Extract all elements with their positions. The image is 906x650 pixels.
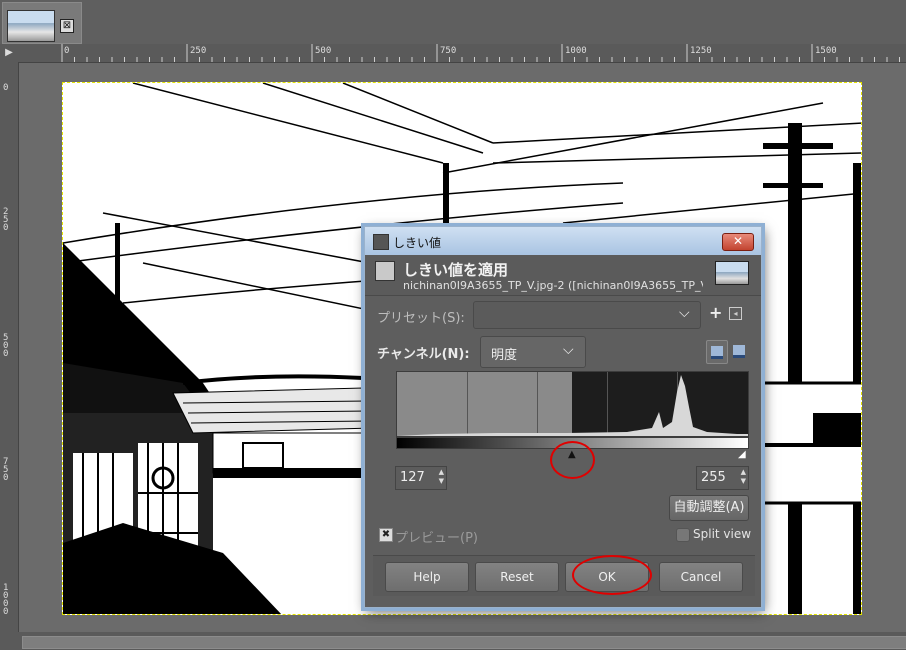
ruler-ticks [61,44,900,62]
close-icon[interactable]: ✕ [722,233,754,251]
help-button[interactable]: Help [385,562,469,592]
threshold-icon [375,261,395,281]
spin-arrows-icon[interactable]: ▲ ▼ [439,468,444,486]
channel-select[interactable]: 明度 ⌵ [480,336,586,368]
high-threshold-handle[interactable]: ◢ [738,449,746,460]
dialog-button-row: Help Reset OK Cancel [373,555,755,596]
ruler-label: 1000 [565,46,587,56]
threshold-tool-icon [373,234,389,250]
add-preset-button[interactable]: + [709,303,722,322]
high-threshold-value: 255 [701,470,726,485]
preset-label: プリセット(S): [377,311,465,326]
ruler-label: 250 [190,46,207,56]
dialog-titlebar[interactable]: しきい値 ✕ [365,227,761,255]
ruler-label: 500 [3,333,9,359]
image-thumbnail [7,10,55,42]
cancel-button[interactable]: Cancel [659,562,743,592]
linear-histogram-icon [711,346,723,359]
ruler-label: 250 [3,207,9,233]
ruler-label: 500 [315,46,332,56]
channel-value: 明度 [491,348,518,363]
ruler-label: 1250 [690,46,712,56]
image-preview-thumbnail [715,261,749,285]
dialog-title: しきい値 [393,236,442,250]
split-view-label[interactable]: Split view [693,527,751,541]
image-tab-strip: ⊠ [0,0,906,45]
annotation-ring-slider [550,441,595,479]
preset-menu-icon[interactable]: ◂ [729,307,742,320]
low-threshold-spinbox[interactable]: 127 ▲ ▼ [395,466,447,490]
ruler-label: 1000 [3,583,9,617]
auto-adjust-button[interactable]: 自動調整(A) [669,495,749,521]
log-histogram-button[interactable] [729,340,749,362]
preview-label[interactable]: プレビュー(P) [395,527,478,546]
tab-close-icon[interactable]: ⊠ [60,19,74,33]
annotation-ring-ok [572,555,652,595]
linear-histogram-button[interactable] [706,340,728,364]
header-title: しきい値を適用 [403,261,509,279]
image-tab[interactable]: ⊠ [2,2,82,44]
ruler-label: 1500 [815,46,837,56]
ruler-label: 0 [64,46,70,56]
preview-checkbox[interactable]: ✖ [379,528,393,542]
spin-arrows-icon[interactable]: ▲ ▼ [741,468,746,486]
chevron-down-icon[interactable]: ⌵ [679,305,690,321]
scrollbar-thumb[interactable] [22,636,906,649]
preset-combo[interactable] [473,301,701,329]
header-subtitle: nichinan0I9A3655_TP_V.jpg-2 ([nichinan0I… [403,279,703,292]
dialog-header: しきい値を適用 nichinan0I9A3655_TP_V.jpg-2 ([ni… [365,255,761,296]
high-threshold-spinbox[interactable]: 255 ▲ ▼ [696,466,749,490]
split-view-checkbox[interactable] [676,528,690,542]
threshold-dialog: しきい値 ✕ しきい値を適用 nichinan0I9A3655_TP_V.jpg… [364,226,762,608]
vertical-ruler[interactable]: 0 250 500 750 1000 [0,62,19,632]
log-histogram-icon [733,345,745,358]
ruler-label: 750 [440,46,457,56]
channel-label: チャンネル(N): [377,347,470,362]
ruler-label: 750 [3,457,9,483]
histogram-curve [397,375,748,436]
ruler-label: 0 [3,83,9,93]
horizontal-ruler[interactable]: 0 250 500 750 1000 1250 1500 [18,44,906,63]
low-threshold-value: 127 [400,470,425,485]
reset-button[interactable]: Reset [475,562,559,592]
chevron-down-icon: ⌵ [563,342,574,358]
ruler-menu-icon[interactable]: ▶ [0,44,18,62]
histogram[interactable] [396,371,749,437]
